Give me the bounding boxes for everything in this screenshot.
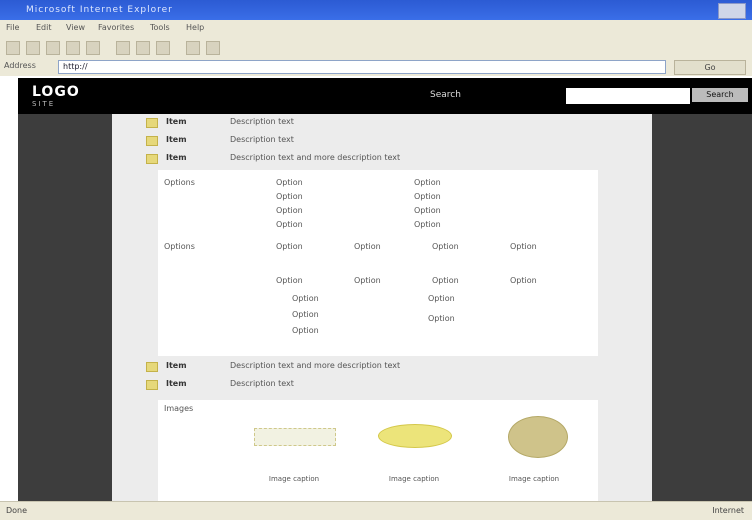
item-value: Description text and more description te… xyxy=(230,153,401,162)
list-item: Item Description text and more descripti… xyxy=(146,360,646,374)
site-header: LOGO SITE Search Search xyxy=(18,78,752,114)
option-link[interactable]: Option xyxy=(276,220,303,229)
zone-text: Internet xyxy=(712,506,744,515)
list-item: Item Description text and more descripti… xyxy=(146,152,646,166)
stop-icon[interactable] xyxy=(46,41,60,55)
print-icon[interactable] xyxy=(206,41,220,55)
address-bar: Address http:// Go xyxy=(0,58,752,76)
forward-icon[interactable] xyxy=(26,41,40,55)
option-link[interactable]: Option xyxy=(432,276,459,285)
home-icon[interactable] xyxy=(86,41,100,55)
menu-bar: File Edit View Favorites Tools Help xyxy=(0,20,752,36)
option-link[interactable]: Option xyxy=(510,276,537,285)
search-icon[interactable] xyxy=(116,41,130,55)
list-item: Item Description text xyxy=(146,378,646,392)
menu-favorites[interactable]: Favorites xyxy=(98,23,134,32)
option-link[interactable]: Option xyxy=(292,326,319,335)
product-image xyxy=(508,416,568,458)
option-link[interactable]: Option xyxy=(428,314,455,323)
option-link[interactable]: Option xyxy=(510,242,537,251)
bullet-icon xyxy=(146,362,158,372)
logo-tagline: SITE xyxy=(32,100,56,108)
left-sidebar xyxy=(18,114,112,501)
options-panel: Options Option Option Option Option Opti… xyxy=(158,170,598,240)
status-bar: Done Internet xyxy=(0,501,752,520)
option-link[interactable]: Option xyxy=(414,206,441,215)
image-caption[interactable]: Image caption xyxy=(364,474,464,484)
search-input[interactable] xyxy=(566,88,690,104)
item-value: Description text xyxy=(230,379,294,388)
image-caption[interactable]: Image caption xyxy=(244,474,344,484)
panel-label: Options xyxy=(164,242,195,251)
window-title: Microsoft Internet Explorer xyxy=(26,5,173,15)
option-link[interactable]: Option xyxy=(276,242,303,251)
address-url: http:// xyxy=(63,62,88,71)
option-link[interactable]: Option xyxy=(292,294,319,303)
bullet-icon xyxy=(146,154,158,164)
image-caption[interactable]: Image caption xyxy=(484,474,584,484)
option-link[interactable]: Option xyxy=(276,206,303,215)
item-value: Description text xyxy=(230,135,294,144)
history-icon[interactable] xyxy=(156,41,170,55)
item-key[interactable]: Item xyxy=(166,379,187,388)
image-thumbnail[interactable] xyxy=(490,414,578,458)
menu-tools[interactable]: Tools xyxy=(150,23,170,32)
back-icon[interactable] xyxy=(6,41,20,55)
menu-help[interactable]: Help xyxy=(186,23,204,32)
image-thumbnail[interactable] xyxy=(370,414,458,458)
title-bar: Microsoft Internet Explorer xyxy=(0,0,752,20)
bullet-icon xyxy=(146,380,158,390)
site-logo[interactable]: LOGO SITE xyxy=(32,84,80,108)
list-item: Item Description text xyxy=(146,134,646,148)
option-link[interactable]: Option xyxy=(354,276,381,285)
option-link[interactable]: Option xyxy=(276,192,303,201)
menu-file[interactable]: File xyxy=(6,23,19,32)
main-content: Item Description text Item Description t… xyxy=(112,114,652,501)
item-key[interactable]: Item xyxy=(166,117,187,126)
option-link[interactable]: Option xyxy=(292,310,319,319)
option-link[interactable]: Option xyxy=(276,178,303,187)
favorites-icon[interactable] xyxy=(136,41,150,55)
refresh-icon[interactable] xyxy=(66,41,80,55)
product-image xyxy=(378,424,452,448)
options-panel: Options Option Option Option Option Opti… xyxy=(158,240,598,356)
item-key[interactable]: Item xyxy=(166,361,187,370)
gallery-label: Images xyxy=(164,404,194,413)
go-button[interactable]: Go xyxy=(674,60,746,75)
bullet-icon xyxy=(146,118,158,128)
mail-icon[interactable] xyxy=(186,41,200,55)
search-button[interactable]: Search xyxy=(692,88,748,102)
address-label: Address xyxy=(4,61,36,70)
panel-label: Options xyxy=(164,178,195,187)
item-key[interactable]: Item xyxy=(166,135,187,144)
image-thumbnail[interactable] xyxy=(250,414,338,458)
menu-edit[interactable]: Edit xyxy=(36,23,52,32)
item-key[interactable]: Item xyxy=(166,153,187,162)
option-link[interactable]: Option xyxy=(432,242,459,251)
image-gallery: Images Image caption Image caption Image… xyxy=(158,400,598,501)
toolbar xyxy=(0,36,752,59)
menu-view[interactable]: View xyxy=(66,23,85,32)
option-link[interactable]: Option xyxy=(276,276,303,285)
item-value: Description text and more description te… xyxy=(230,361,401,370)
bullet-icon xyxy=(146,136,158,146)
item-value: Description text xyxy=(230,117,294,126)
logo-text: LOGO xyxy=(32,84,80,100)
window-controls[interactable] xyxy=(718,3,746,19)
option-link[interactable]: Option xyxy=(354,242,381,251)
product-image xyxy=(254,428,336,446)
option-link[interactable]: Option xyxy=(428,294,455,303)
address-input[interactable]: http:// xyxy=(58,60,666,74)
option-link[interactable]: Option xyxy=(414,220,441,229)
right-sidebar xyxy=(652,114,752,501)
list-item: Item Description text xyxy=(146,116,646,130)
option-link[interactable]: Option xyxy=(414,192,441,201)
search-label: Search xyxy=(430,90,461,100)
status-text: Done xyxy=(6,506,28,515)
option-link[interactable]: Option xyxy=(414,178,441,187)
